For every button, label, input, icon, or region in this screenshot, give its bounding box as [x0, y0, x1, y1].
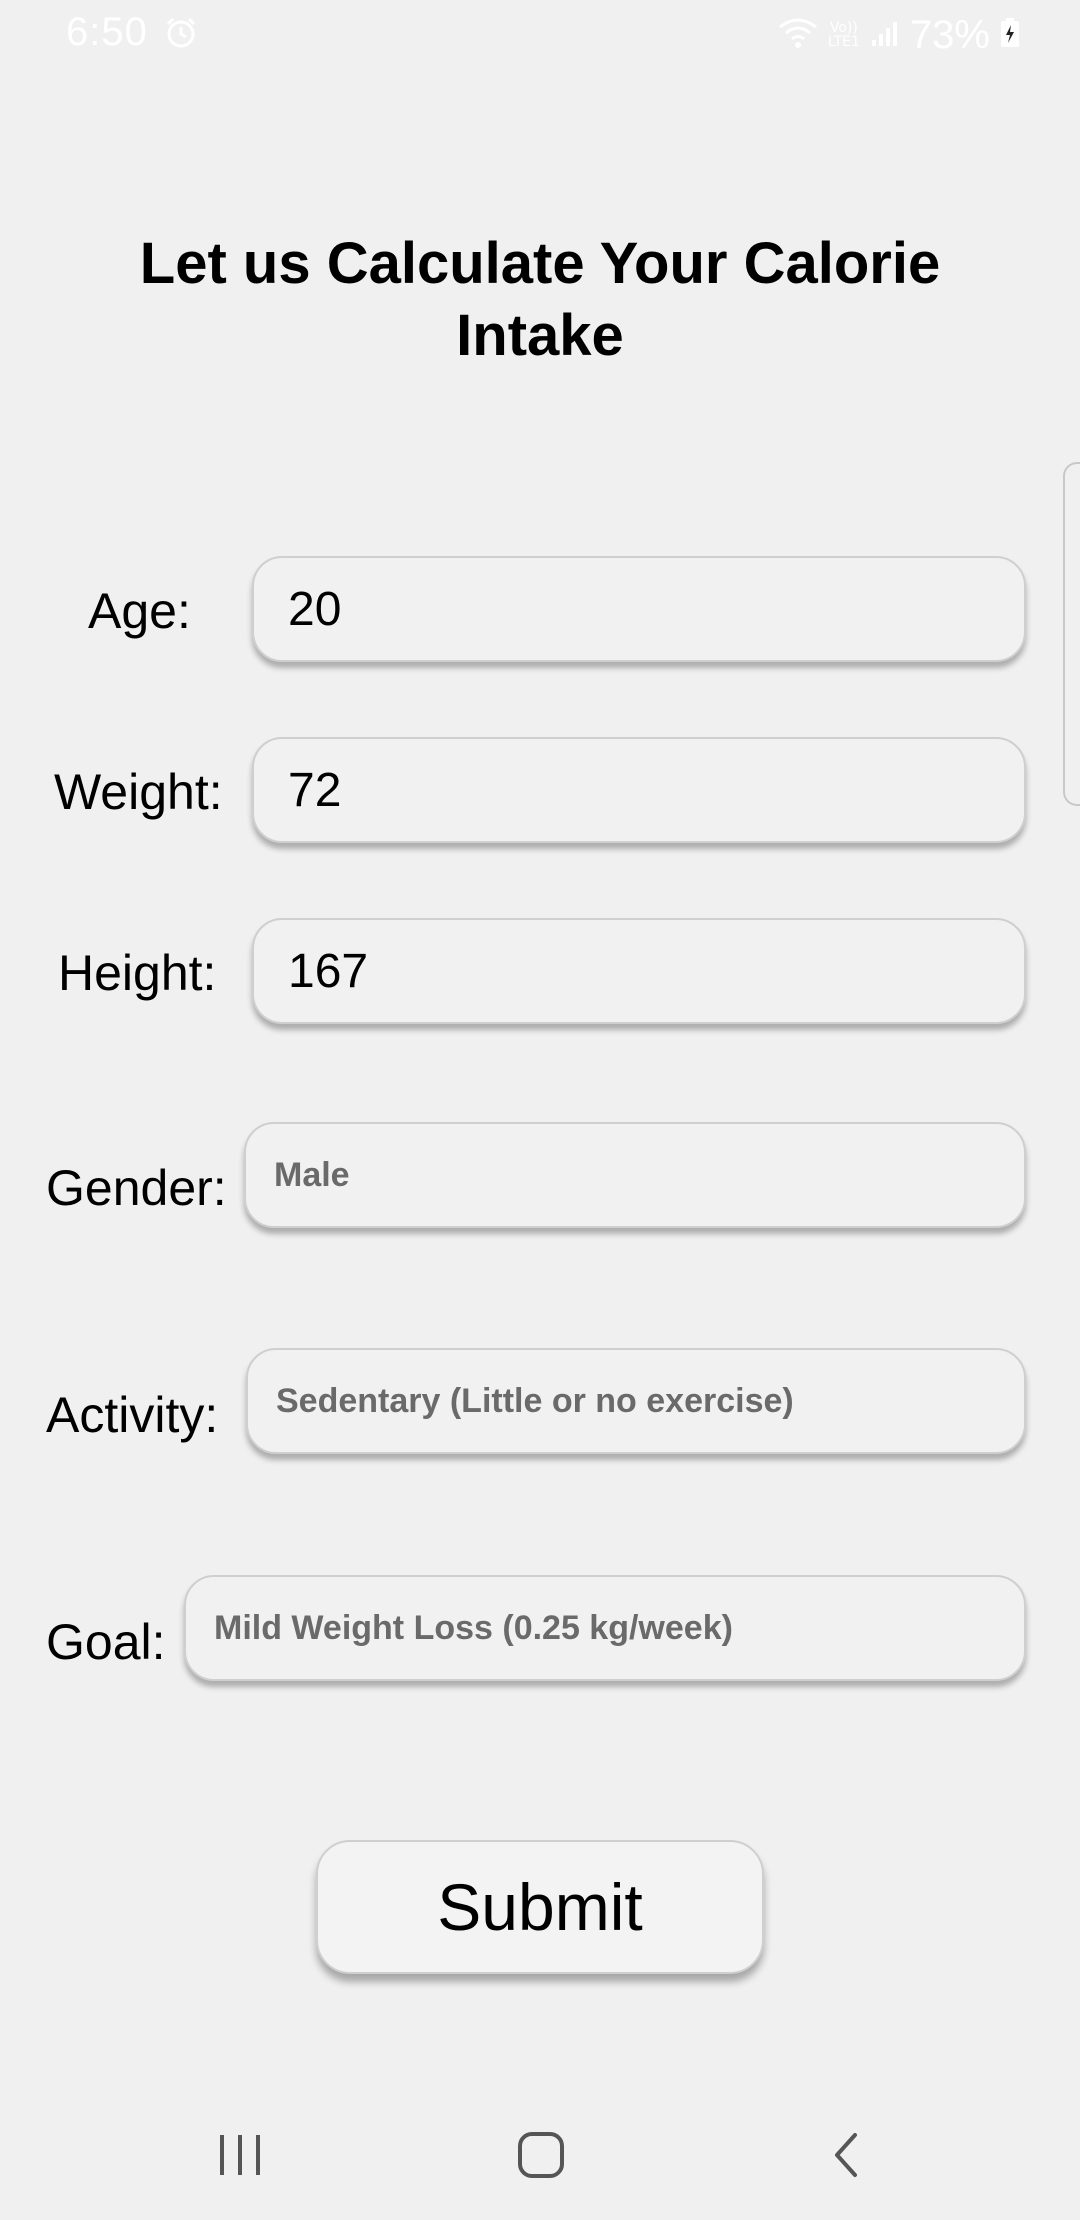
home-icon: [517, 2131, 565, 2184]
back-button[interactable]: [806, 2122, 886, 2192]
weight-field[interactable]: 72: [252, 737, 1026, 843]
recent-apps-button[interactable]: [200, 2122, 280, 2192]
goal-label: Goal:: [46, 1614, 166, 1670]
alarm-icon: [164, 16, 198, 50]
activity-select[interactable]: Sedentary (Little or no exercise): [246, 1348, 1026, 1454]
goal-select[interactable]: Mild Weight Loss (0.25 kg/week): [184, 1575, 1026, 1681]
home-button[interactable]: [501, 2122, 581, 2192]
recent-apps-icon: [217, 2133, 263, 2182]
goal-selected-value: Mild Weight Loss (0.25 kg/week): [214, 1608, 733, 1647]
navigation-bar: [0, 2082, 1080, 2220]
page-title: Let us Calculate Your Calorie Intake: [139, 231, 941, 368]
gender-label: Gender:: [46, 1160, 227, 1216]
activity-selected-value: Sedentary (Little or no exercise): [276, 1381, 794, 1420]
weight-label: Weight:: [54, 764, 223, 820]
gender-select[interactable]: Male: [244, 1122, 1026, 1228]
age-label: Age:: [88, 583, 191, 639]
age-value: 20: [288, 582, 342, 636]
lte-icon: Vo)) LTE1: [828, 21, 860, 49]
status-time: 6:50: [66, 10, 148, 54]
submit-button[interactable]: Submit: [316, 1840, 764, 1974]
status-bar: 6:50 Vo)) LTE1 73%: [0, 0, 1080, 72]
activity-label: Activity:: [46, 1387, 219, 1443]
wifi-icon: [778, 17, 818, 54]
gender-selected-value: Male: [274, 1155, 350, 1194]
status-icons: Vo)) LTE1 73%: [778, 10, 1020, 60]
back-icon: [831, 2132, 861, 2183]
battery-charging-icon: [1000, 17, 1020, 53]
height-value: 167: [288, 944, 369, 998]
scroll-indicator[interactable]: [1063, 462, 1080, 806]
height-label: Height:: [58, 945, 217, 1001]
weight-value: 72: [288, 763, 342, 817]
age-field[interactable]: 20: [252, 556, 1026, 662]
signal-icon: [870, 18, 900, 53]
lte-label-bottom: LTE1: [827, 34, 860, 50]
battery-percent: 73%: [909, 12, 990, 57]
height-field[interactable]: 167: [252, 918, 1026, 1024]
lte-label-top: Vo)): [829, 20, 858, 36]
